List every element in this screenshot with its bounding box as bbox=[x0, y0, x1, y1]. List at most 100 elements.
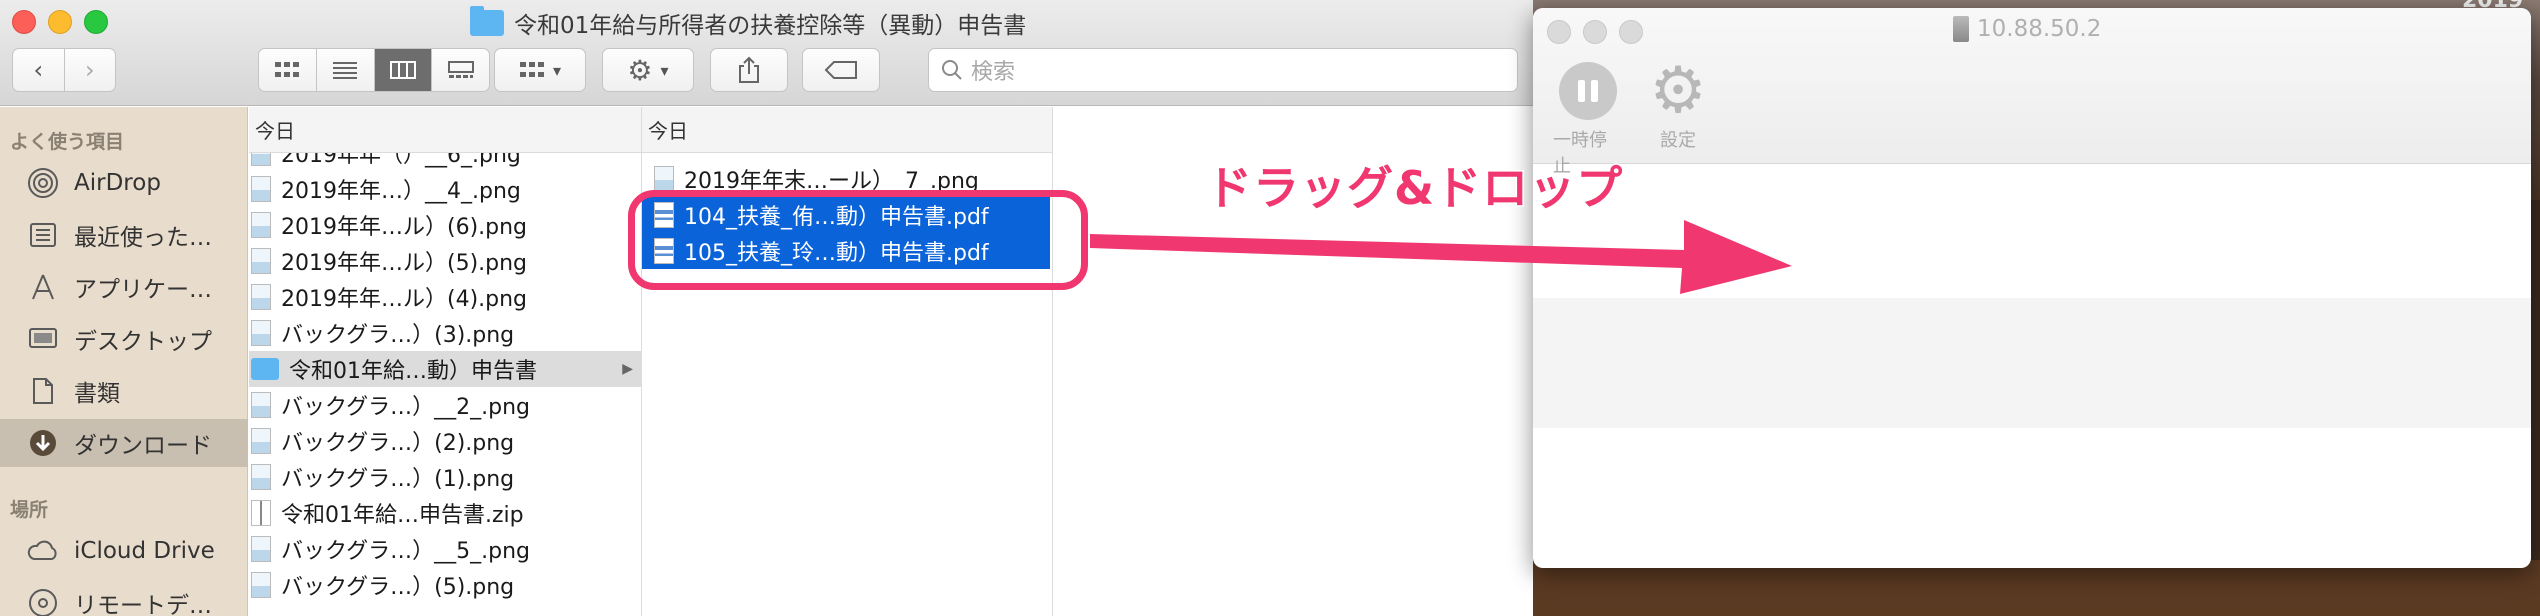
file-row[interactable]: 2019年年（）__6_.png bbox=[249, 153, 641, 171]
image-file-icon bbox=[251, 428, 271, 454]
sidebar: よく使う項目 AirDrop 最近使った… アプリケー… デスクトップ 書類 ダ… bbox=[0, 107, 248, 616]
file-row[interactable]: バックグラ…）__5_.png bbox=[249, 531, 641, 567]
column-1-list[interactable]: 2019年年（）__6_.png 2019年年…）__4_.png 2019年年… bbox=[249, 153, 641, 616]
sidebar-item-documents[interactable]: 書類 bbox=[0, 367, 248, 415]
transfer-window-title: 10.88.50.2 bbox=[1953, 16, 2101, 42]
sidebar-header-favorites: よく使う項目 bbox=[10, 131, 125, 153]
image-file-icon bbox=[251, 464, 271, 490]
sidebar-item-downloads[interactable]: ダウンロード bbox=[0, 419, 248, 467]
file-row[interactable]: 2019年年…ル）(5).png bbox=[249, 243, 641, 279]
file-name: バックグラ…）__5_.png bbox=[281, 539, 530, 564]
file-row[interactable]: 2019年年…ル）(4).png bbox=[249, 279, 641, 315]
file-row[interactable]: バックグラ…）(2).png bbox=[249, 423, 641, 459]
sidebar-item-applications[interactable]: アプリケー… bbox=[0, 263, 248, 311]
sidebar-item-label: 最近使った… bbox=[74, 225, 212, 251]
zip-file-icon bbox=[251, 500, 271, 526]
cloud-icon bbox=[26, 534, 60, 568]
desktop-wallpaper-bottom bbox=[1520, 560, 2540, 616]
image-file-icon bbox=[251, 572, 271, 598]
file-name: 令和01年給…申告書.zip bbox=[281, 503, 524, 528]
sidebar-item-remote-disc[interactable]: リモートデ… bbox=[0, 579, 248, 616]
share-button[interactable] bbox=[710, 48, 788, 92]
chevron-down-icon: ▾ bbox=[660, 60, 669, 80]
image-file-icon bbox=[251, 248, 271, 274]
image-file-icon bbox=[251, 153, 271, 166]
file-row[interactable]: バックグラ…）(5).png bbox=[249, 567, 641, 603]
file-name: 2019年年…）__4_.png bbox=[281, 179, 521, 204]
sidebar-item-label: デスクトップ bbox=[74, 329, 212, 355]
file-name: 2019年年（）__6_.png bbox=[281, 153, 521, 168]
file-name: バックグラ…）(1).png bbox=[281, 467, 515, 492]
transfer-list-band bbox=[1533, 298, 2531, 428]
sidebar-item-icloud-drive[interactable]: iCloud Drive bbox=[0, 527, 248, 575]
folder-name: 令和01年給…動）申告書 bbox=[289, 359, 537, 384]
window-title: 令和01年給与所得者の扶養控除等（異動）申告書 bbox=[470, 6, 1026, 40]
sidebar-item-label: iCloud Drive bbox=[74, 538, 215, 564]
disclosure-arrow-icon: ▶ bbox=[622, 361, 633, 377]
zoom-button[interactable] bbox=[84, 10, 108, 34]
file-row[interactable]: 2019年年…ル）(6).png bbox=[249, 207, 641, 243]
drag-and-drop-label: ドラッグ&ドロップ bbox=[1204, 160, 1624, 217]
pause-icon bbox=[1559, 62, 1617, 120]
folder-icon bbox=[251, 358, 279, 380]
action-button[interactable]: ⚙ ▾ bbox=[602, 48, 694, 92]
server-address: 10.88.50.2 bbox=[1977, 16, 2102, 42]
image-file-icon bbox=[251, 392, 271, 418]
sidebar-item-airdrop[interactable]: AirDrop bbox=[0, 159, 248, 207]
column-2-header: 今日 bbox=[642, 107, 1052, 153]
search-placeholder: 検索 bbox=[971, 60, 1016, 85]
chevron-left-icon[interactable]: ‹ bbox=[13, 49, 65, 91]
file-row[interactable]: バックグラ…）(1).png bbox=[249, 459, 641, 495]
sidebar-item-label: アプリケー… bbox=[74, 277, 212, 303]
file-name: バックグラ…）(2).png bbox=[281, 431, 515, 456]
minimize-button[interactable] bbox=[1583, 20, 1607, 44]
documents-icon bbox=[26, 374, 60, 408]
view-mode-control bbox=[258, 48, 490, 92]
folder-icon bbox=[470, 6, 504, 36]
remote-disc-icon bbox=[26, 586, 60, 616]
gear-icon: ⚙ bbox=[627, 53, 653, 87]
image-file-icon bbox=[251, 536, 271, 562]
icon-view-icon[interactable] bbox=[259, 49, 317, 91]
file-row[interactable]: バックグラ…）__2_.png bbox=[249, 387, 641, 423]
gallery-view-icon[interactable] bbox=[432, 49, 489, 91]
settings-button[interactable]: ⚙ 設定 bbox=[1643, 54, 1713, 152]
search-field[interactable]: 検索 bbox=[928, 48, 1518, 92]
file-name: バックグラ…）(3).png bbox=[281, 323, 515, 348]
sidebar-item-recents[interactable]: 最近使った… bbox=[0, 211, 248, 259]
image-file-icon bbox=[251, 176, 271, 202]
file-row[interactable]: バックグラ…）(3).png bbox=[249, 315, 641, 351]
file-name: 2019年年…ル）(5).png bbox=[281, 251, 528, 276]
image-file-icon bbox=[251, 320, 271, 346]
image-file-icon bbox=[251, 212, 271, 238]
column-divider[interactable] bbox=[1052, 107, 1053, 616]
chevron-down-icon: ▾ bbox=[552, 60, 562, 80]
folder-row-selected[interactable]: 令和01年給…動）申告書 ▶ bbox=[249, 351, 641, 387]
close-button[interactable] bbox=[1547, 20, 1571, 44]
image-file-icon bbox=[654, 166, 674, 192]
close-button[interactable] bbox=[12, 10, 36, 34]
zoom-button[interactable] bbox=[1619, 20, 1643, 44]
share-icon bbox=[739, 56, 759, 83]
file-row[interactable]: 2019年年…）__4_.png bbox=[249, 171, 641, 207]
window-title-text: 令和01年給与所得者の扶養控除等（異動）申告書 bbox=[514, 13, 1027, 39]
sidebar-item-label: リモートデ… bbox=[74, 593, 212, 616]
chevron-right-icon[interactable]: › bbox=[65, 49, 116, 91]
list-view-icon[interactable] bbox=[317, 49, 375, 91]
desktop-icon bbox=[26, 322, 60, 356]
group-by-button[interactable]: ▾ bbox=[494, 48, 586, 92]
sidebar-item-desktop[interactable]: デスクトップ bbox=[0, 315, 248, 363]
finder-titlebar: 令和01年給与所得者の扶養控除等（異動）申告書 ‹ › ▾ ⚙ ▾ 検索 bbox=[0, 0, 1533, 106]
transfer-window-titlebar: 10.88.50.2 一時停止 ⚙ 設定 bbox=[1533, 8, 2531, 177]
file-name: バックグラ…）__2_.png bbox=[281, 395, 530, 420]
gear-icon: ⚙ bbox=[1649, 54, 1707, 128]
sidebar-item-label: AirDrop bbox=[74, 170, 161, 196]
column-view-icon[interactable] bbox=[374, 49, 433, 91]
tag-icon bbox=[824, 61, 857, 79]
tag-button[interactable] bbox=[802, 48, 880, 92]
file-row[interactable]: 令和01年給…申告書.zip bbox=[249, 495, 641, 531]
applications-icon bbox=[26, 270, 60, 304]
recents-icon bbox=[26, 218, 60, 252]
nav-buttons: ‹ › bbox=[12, 48, 116, 92]
minimize-button[interactable] bbox=[48, 10, 72, 34]
